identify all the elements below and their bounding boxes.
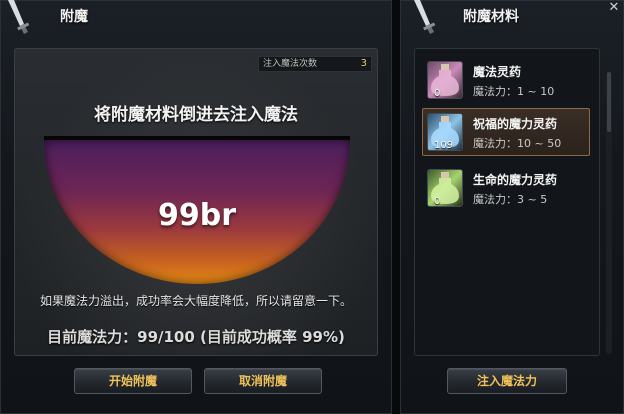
sword-icon (414, 0, 436, 34)
start-enchant-button[interactable]: 开始附魔 (74, 368, 192, 394)
blue-potion-icon: 109 (427, 113, 463, 151)
cancel-enchant-button[interactable]: 取消附魔 (204, 368, 322, 394)
item-count: 0 (434, 196, 441, 207)
inject-count-value: 3 (360, 58, 367, 69)
pink-potion-icon: 0 (427, 61, 463, 99)
material-item-life-elixir[interactable]: 0 生命的魔力灵药 魔法力：3 ~ 5 (422, 164, 590, 212)
inject-count-box: 注入魔法次数 3 (258, 56, 372, 72)
green-potion-icon: 0 (427, 169, 463, 207)
warning-text: 如果魔法力溢出，成功率会大幅度降低，所以请留意一下。 (39, 294, 352, 308)
item-name: 祝福的魔力灵药 (473, 117, 558, 131)
inject-count-label: 注入魔法次数 (263, 59, 318, 69)
material-item-blessed-elixir[interactable]: 109 祝福的魔力灵药 魔法力：10 ~ 50 (422, 108, 590, 156)
page-title: 附魔 (60, 9, 88, 25)
item-stat: 魔法力：10 ~ 50 (473, 137, 562, 150)
bowl-value: 99br (157, 198, 237, 233)
item-stat: 魔法力：1 ~ 10 (473, 85, 555, 98)
scrollbar-thumb[interactable] (607, 72, 611, 132)
close-icon[interactable]: ✕ (605, 0, 623, 18)
item-count: 0 (434, 88, 441, 99)
sword-icon (8, 0, 30, 34)
instruction-text: 将附魔材料倒进去注入魔法 (94, 105, 298, 125)
materials-title: 附魔材料 (463, 9, 519, 25)
item-stat: 魔法力：3 ~ 5 (473, 193, 548, 206)
material-item-magic-elixir[interactable]: 0 魔法灵药 魔法力：1 ~ 10 (422, 56, 590, 104)
mana-status: 目前魔法力：99/100 (目前成功概率 99%) (47, 328, 345, 346)
item-name: 魔法灵药 (473, 65, 522, 79)
panel-divider (392, 0, 400, 414)
item-name: 生命的魔力灵药 (473, 173, 558, 187)
inject-mana-button[interactable]: 注入魔法力 (447, 368, 567, 394)
item-count: 109 (434, 140, 454, 151)
